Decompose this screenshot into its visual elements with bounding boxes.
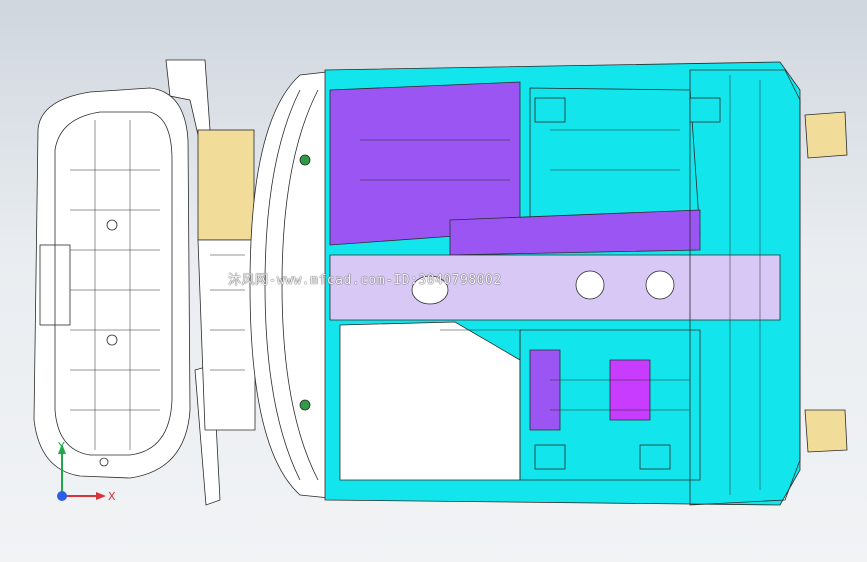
watermark-text: 沐风网-www.mfcad.com-ID:3040798002	[228, 273, 502, 288]
axis-triad-icon: X Y	[57, 440, 116, 503]
rear-mounts	[804, 111, 848, 453]
cad-viewport[interactable]: 沐风网-www.mfcad.com-ID:3040798002 X Y	[0, 0, 867, 562]
axis-y-label: Y	[57, 440, 65, 453]
axis-x-label: X	[108, 490, 116, 503]
front-bumper-panel	[33, 87, 191, 479]
